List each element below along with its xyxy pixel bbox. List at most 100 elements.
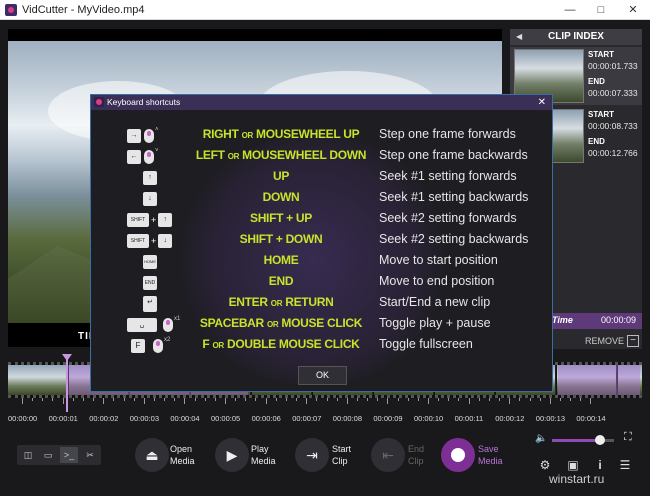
shortcut-row: Fx2 F OR DOUBLE MOUSE CLICK Toggle fulls… <box>91 335 554 355</box>
shortcut-action: SPACEBAR OR MOUSE CLICK <box>199 316 363 330</box>
volume-slider[interactable] <box>552 435 614 445</box>
volume-fill <box>552 439 601 442</box>
shortcut-description: Seek #2 setting backwards <box>379 232 529 246</box>
shortcut-keys: ␣ x1 <box>127 316 187 332</box>
shortcut-description: Step one frame backwards <box>379 148 528 162</box>
ruler-minor-tick <box>32 398 34 401</box>
home-key-icon: HOME <box>143 254 157 269</box>
ruler-minor-tick <box>377 398 379 401</box>
close-icon[interactable]: ✕ <box>617 0 649 20</box>
menu-icon[interactable]: ☰ <box>617 457 633 473</box>
shortcut-keys: Fx2 <box>127 337 187 353</box>
shift-key-icon: SHIFT <box>127 212 149 227</box>
ruler-minor-tick <box>153 398 155 401</box>
ruler-tick <box>184 398 186 404</box>
ruler-minor-tick <box>72 398 74 401</box>
collapse-arrow-icon[interactable]: ◀ <box>516 29 522 45</box>
volume-knob[interactable] <box>595 435 606 445</box>
remove-clip-control[interactable]: REMOVE − <box>549 332 642 350</box>
shortcut-row: SHIFT + ↑ SHIFT + UP Seek #2 setting forwa… <box>91 209 554 229</box>
play-media-label: Play Media <box>251 444 276 466</box>
ruler-label: 00:00:10 <box>414 414 444 423</box>
settings-icon[interactable]: ⚙ <box>537 457 553 473</box>
ruler-minor-tick <box>123 398 125 401</box>
clip-start-time: 00:00:01.733 <box>588 61 638 71</box>
ruler-minor-tick <box>275 398 277 401</box>
ruler-label: 00:00:04 <box>170 414 200 423</box>
ruler-tick <box>103 398 105 404</box>
camera-icon[interactable]: ▣ <box>565 457 581 473</box>
osd-icon[interactable]: ▭ <box>39 447 57 463</box>
ruler-label: 00:00:12 <box>495 414 525 423</box>
ruler-minor-tick <box>316 398 318 401</box>
speaker-icon[interactable]: 🔈 <box>535 433 547 444</box>
tool-group: ◫ ▭ >_ ✂ <box>17 445 101 465</box>
right-arrow-key-icon: → <box>127 128 141 143</box>
ruler-label: 00:00:11 <box>454 414 484 423</box>
up-arrow-key-icon: ↑ <box>143 170 157 185</box>
minimize-icon[interactable]: — <box>554 0 586 20</box>
open-media-button[interactable]: ⏏ <box>135 438 169 472</box>
ruler-tick <box>346 398 348 404</box>
screenshot-icon[interactable]: ◫ <box>19 447 37 463</box>
shortcut-action: SHIFT + UP <box>249 211 312 225</box>
scissors-icon[interactable]: ✂ <box>81 447 99 463</box>
ruler-minor-tick <box>133 398 135 401</box>
shortcut-row: ↑ UP Seek #1 setting forwards <box>91 167 554 187</box>
ruler-minor-tick <box>417 398 419 401</box>
ruler-minor-tick <box>204 398 206 401</box>
ruler-label: 00:00:08 <box>332 414 362 423</box>
remove-icon[interactable]: − <box>627 335 639 347</box>
clip-end-label: END <box>588 137 605 146</box>
vidcutter-window: VidCutter - MyVideo.mp4 — □ ✕ TIM ◀ CLIP… <box>0 0 650 496</box>
ruler-minor-tick <box>235 398 237 401</box>
ruler-tick <box>428 398 429 404</box>
clip-end-time: 00:00:07.333 <box>588 88 638 98</box>
shortcut-description: Toggle fullscreen <box>379 337 473 351</box>
shortcut-keys: ↓ <box>127 190 187 206</box>
save-media-button[interactable] <box>441 438 475 472</box>
shortcut-row: ↓ DOWN Seek #1 setting backwards <box>91 188 554 208</box>
shortcut-description: Move to end position <box>379 274 495 288</box>
ruler-tick <box>22 398 23 404</box>
down-arrow-key-icon: ↓ <box>158 233 173 248</box>
ruler-minor-tick <box>539 398 541 401</box>
clip-start-time: 00:00:08.733 <box>588 121 638 131</box>
open-media-label: Open Media <box>170 444 195 466</box>
shortcut-row: →˄ RIGHT OR MOUSEWHEEL UP Step one frame… <box>91 125 554 145</box>
start-clip-label: Start Clip <box>332 444 352 466</box>
ruler-minor-tick <box>458 398 460 401</box>
ruler-label: 00:00:14 <box>576 414 606 423</box>
fullscreen-icon[interactable]: ⛶ <box>624 431 632 444</box>
shortcut-row: SHIFT + ↓ SHIFT + DOWN Seek #2 setting bac… <box>91 230 554 250</box>
shortcut-action: UP <box>272 169 290 183</box>
mouse-icon <box>163 317 173 332</box>
maximize-icon[interactable]: □ <box>585 0 617 20</box>
start-clip-button[interactable]: ⇥ <box>295 438 329 472</box>
ruler-minor-tick <box>367 398 369 401</box>
ok-button[interactable]: OK <box>298 366 347 385</box>
end-clip-button[interactable]: ⇤ <box>371 438 405 472</box>
dialog-close-icon[interactable]: ✕ <box>538 95 546 110</box>
play-media-button[interactable]: ▶ <box>215 438 249 472</box>
clip-selection-region[interactable] <box>558 365 640 395</box>
info-icon[interactable]: i <box>592 457 608 473</box>
ruler-minor-tick <box>93 398 95 401</box>
ruler-tick <box>62 398 64 404</box>
clip-start-label: START <box>588 50 615 59</box>
shortcut-row: ␣ x1 SPACEBAR OR MOUSE CLICK Toggle play … <box>91 314 554 334</box>
shortcut-action: END <box>268 274 294 288</box>
ruler-minor-tick <box>397 398 399 401</box>
enter-key-icon: ↵ <box>143 295 157 312</box>
ruler-tick <box>225 398 226 404</box>
end-clip-label: End Clip <box>408 444 425 466</box>
ruler-minor-tick <box>255 398 257 401</box>
shortcut-action: HOME <box>263 253 299 267</box>
clip-index-title: CLIP INDEX <box>548 31 604 42</box>
ruler-tick <box>590 398 592 404</box>
console-icon[interactable]: >_ <box>60 447 78 463</box>
shortcut-description: Toggle play + pause <box>379 316 491 330</box>
scroll-up-icon: ˄ <box>155 127 159 133</box>
ruler-minor-tick <box>559 398 561 401</box>
ruler-minor-tick <box>407 398 409 401</box>
